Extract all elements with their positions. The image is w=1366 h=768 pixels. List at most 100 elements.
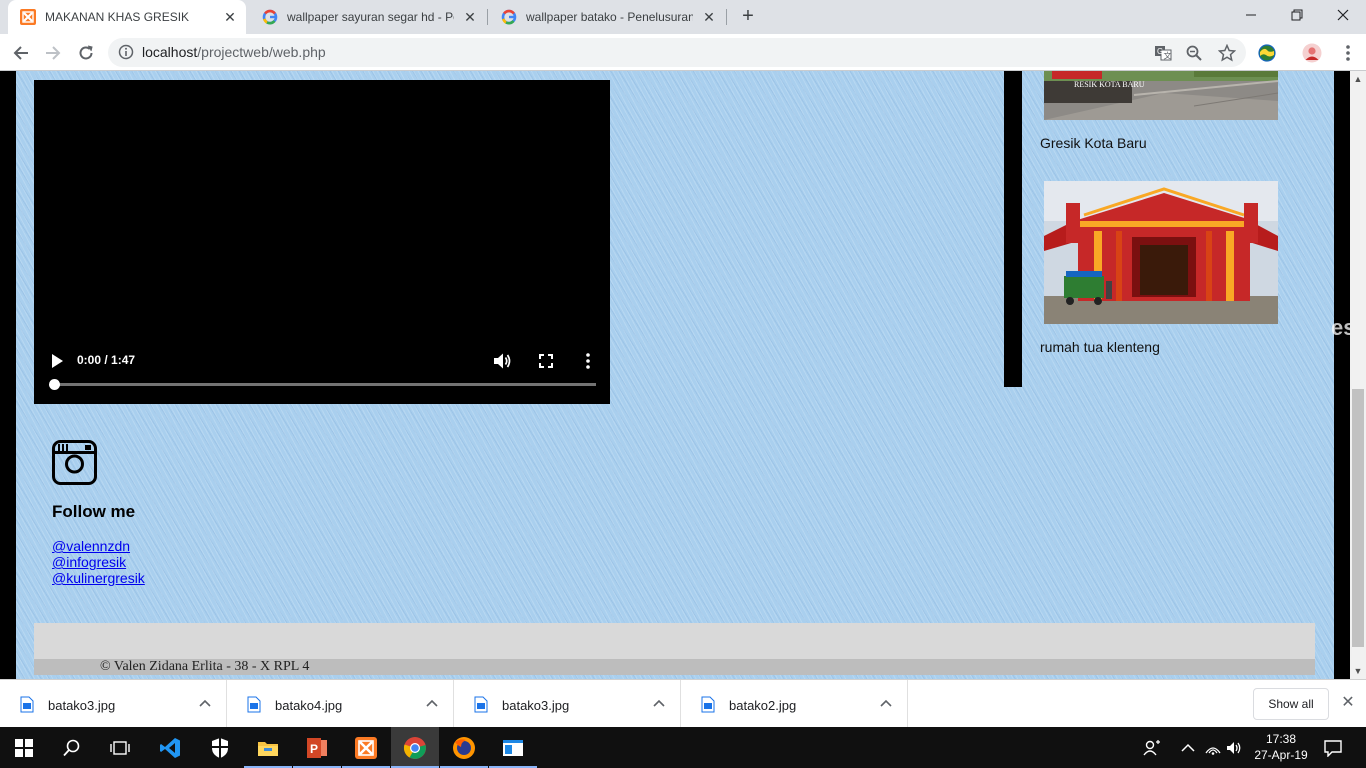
social-links: @valennzdn @infogresik @kulinergresik bbox=[52, 538, 145, 586]
link-kulinergresik[interactable]: @kulinergresik bbox=[52, 570, 145, 586]
search-icon bbox=[63, 739, 80, 756]
people-icon[interactable] bbox=[1143, 739, 1161, 757]
tab-makanan-khas-gresik[interactable]: MAKANAN KHAS GRESIK ✕ bbox=[8, 0, 246, 34]
address-bar[interactable]: localhost/projectweb/web.php G文 bbox=[108, 38, 1246, 67]
link-valennzdn[interactable]: @valennzdn bbox=[52, 538, 145, 554]
start-button[interactable] bbox=[0, 727, 48, 768]
chevron-up-icon[interactable] bbox=[652, 696, 666, 710]
gresik-kota-baru-image: RESIK KOTA BARU bbox=[1044, 71, 1278, 120]
video-more-icon[interactable] bbox=[585, 352, 591, 370]
tab-title: MAKANAN KHAS GRESIK bbox=[45, 10, 190, 24]
taskbar-security[interactable] bbox=[196, 727, 244, 768]
volume-icon[interactable] bbox=[493, 352, 512, 370]
video-progress-handle[interactable] bbox=[49, 379, 60, 390]
download-item[interactable]: batako4.jpg bbox=[227, 680, 454, 728]
tab-wallpaper-sayuran[interactable]: wallpaper sayuran segar hd - Pen ✕ bbox=[250, 0, 486, 34]
fullscreen-icon[interactable] bbox=[539, 354, 553, 368]
chevron-up-icon[interactable] bbox=[425, 696, 439, 710]
caption-rumah-tua-klenteng: rumah tua klenteng bbox=[1040, 339, 1160, 355]
new-tab-button[interactable]: + bbox=[737, 5, 759, 27]
chrome-icon bbox=[403, 736, 426, 759]
cut-off-text: es bbox=[1331, 315, 1350, 340]
rumah-tua-klenteng-image bbox=[1044, 181, 1278, 324]
task-view-icon bbox=[110, 740, 130, 755]
taskbar-firefox[interactable] bbox=[440, 727, 488, 768]
scroll-down-icon[interactable]: ▼ bbox=[1350, 663, 1366, 679]
page-scrollbar[interactable]: ▲ ▼ bbox=[1350, 71, 1366, 679]
close-tab-icon[interactable]: ✕ bbox=[222, 9, 238, 25]
restore-button[interactable] bbox=[1274, 0, 1320, 30]
close-shelf-icon[interactable]: ✕ bbox=[1339, 694, 1357, 712]
download-filename: batako4.jpg bbox=[275, 698, 343, 713]
security-icon bbox=[212, 737, 228, 758]
scroll-up-icon[interactable]: ▲ bbox=[1350, 71, 1366, 87]
close-window-button[interactable] bbox=[1320, 0, 1366, 30]
sidebar-divider bbox=[1004, 71, 1022, 387]
start-icon bbox=[15, 738, 33, 757]
search-button[interactable] bbox=[48, 727, 96, 768]
arrow-right-icon bbox=[46, 46, 61, 60]
notification-icon[interactable] bbox=[1324, 739, 1342, 757]
taskbar-app-window[interactable] bbox=[489, 727, 537, 768]
speaker-icon[interactable] bbox=[1225, 739, 1243, 757]
google-icon bbox=[501, 9, 517, 25]
taskbar-file-explorer[interactable] bbox=[244, 727, 292, 768]
chevron-up-icon[interactable] bbox=[198, 696, 212, 710]
download-item[interactable]: batako2.jpg bbox=[681, 680, 908, 728]
xampp-icon bbox=[20, 9, 36, 25]
tab-wallpaper-batako[interactable]: wallpaper batako - Penelusuran G ✕ bbox=[489, 0, 725, 34]
video-progress-track[interactable] bbox=[54, 383, 596, 386]
forward-button[interactable] bbox=[41, 41, 65, 65]
bookmark-star-icon[interactable] bbox=[1218, 44, 1236, 62]
download-filename: batako2.jpg bbox=[729, 698, 797, 713]
reload-icon bbox=[79, 45, 93, 60]
svg-text:P: P bbox=[310, 742, 318, 756]
avatar[interactable] bbox=[1302, 43, 1322, 63]
task-view-button[interactable] bbox=[96, 727, 144, 768]
google-icon bbox=[262, 9, 278, 25]
svg-text:文: 文 bbox=[1164, 51, 1172, 61]
menu-kebab-icon[interactable] bbox=[1338, 43, 1358, 63]
footer-copyright: © Valen Zidana Erlita - 38 - X RPL 4 bbox=[100, 659, 310, 674]
extension-globe-icon[interactable] bbox=[1257, 43, 1277, 63]
vscode-icon bbox=[160, 737, 180, 758]
restore-icon bbox=[1291, 9, 1303, 21]
chevron-up-icon[interactable] bbox=[1179, 739, 1197, 757]
chevron-up-icon[interactable] bbox=[879, 696, 893, 710]
download-filename: batako3.jpg bbox=[502, 698, 570, 713]
download-filename: batako3.jpg bbox=[48, 698, 116, 713]
file-explorer-icon bbox=[258, 741, 278, 756]
download-item[interactable]: batako3.jpg bbox=[454, 680, 681, 728]
info-icon[interactable] bbox=[118, 44, 134, 60]
download-item[interactable]: batako3.jpg bbox=[0, 680, 227, 728]
video-player[interactable]: 0:00 / 1:47 bbox=[34, 80, 610, 404]
back-button[interactable] bbox=[9, 41, 33, 65]
tab-title: wallpaper sayuran segar hd - Pen bbox=[287, 10, 454, 24]
show-all-button[interactable]: Show all bbox=[1253, 688, 1329, 720]
svg-text:G: G bbox=[1157, 47, 1163, 56]
windows-taskbar: P 17:38 27-Apr-19 bbox=[0, 727, 1366, 768]
reload-button[interactable] bbox=[74, 41, 98, 65]
translate-icon[interactable]: G文 bbox=[1154, 44, 1172, 62]
xampp-icon bbox=[355, 736, 377, 759]
wifi-icon[interactable] bbox=[1204, 739, 1222, 757]
taskbar-chrome[interactable] bbox=[391, 727, 439, 768]
system-clock[interactable]: 17:38 27-Apr-19 bbox=[1246, 731, 1316, 763]
browser-toolbar: localhost/projectweb/web.php G文 bbox=[0, 34, 1366, 71]
taskbar-xampp[interactable] bbox=[342, 727, 390, 768]
close-tab-icon[interactable]: ✕ bbox=[701, 9, 717, 25]
link-infogresik[interactable]: @infogresik bbox=[52, 554, 145, 570]
scroll-thumb[interactable] bbox=[1352, 389, 1364, 647]
instagram-icon[interactable] bbox=[52, 440, 97, 485]
url-path: /projectweb/web.php bbox=[197, 44, 326, 60]
taskbar-vscode[interactable] bbox=[146, 727, 194, 768]
powerpoint-icon: P bbox=[307, 737, 327, 758]
taskbar-powerpoint[interactable]: P bbox=[293, 727, 341, 768]
app-window-icon bbox=[503, 739, 523, 756]
page-viewport: 0:00 / 1:47 RESIK KOTA BARU Gresik Kota … bbox=[0, 71, 1350, 679]
caption-gresik-kota-baru: Gresik Kota Baru bbox=[1040, 135, 1147, 151]
play-icon[interactable] bbox=[50, 353, 64, 369]
minimize-button[interactable] bbox=[1228, 0, 1274, 30]
close-tab-icon[interactable]: ✕ bbox=[462, 9, 478, 25]
zoom-icon[interactable] bbox=[1185, 44, 1203, 62]
